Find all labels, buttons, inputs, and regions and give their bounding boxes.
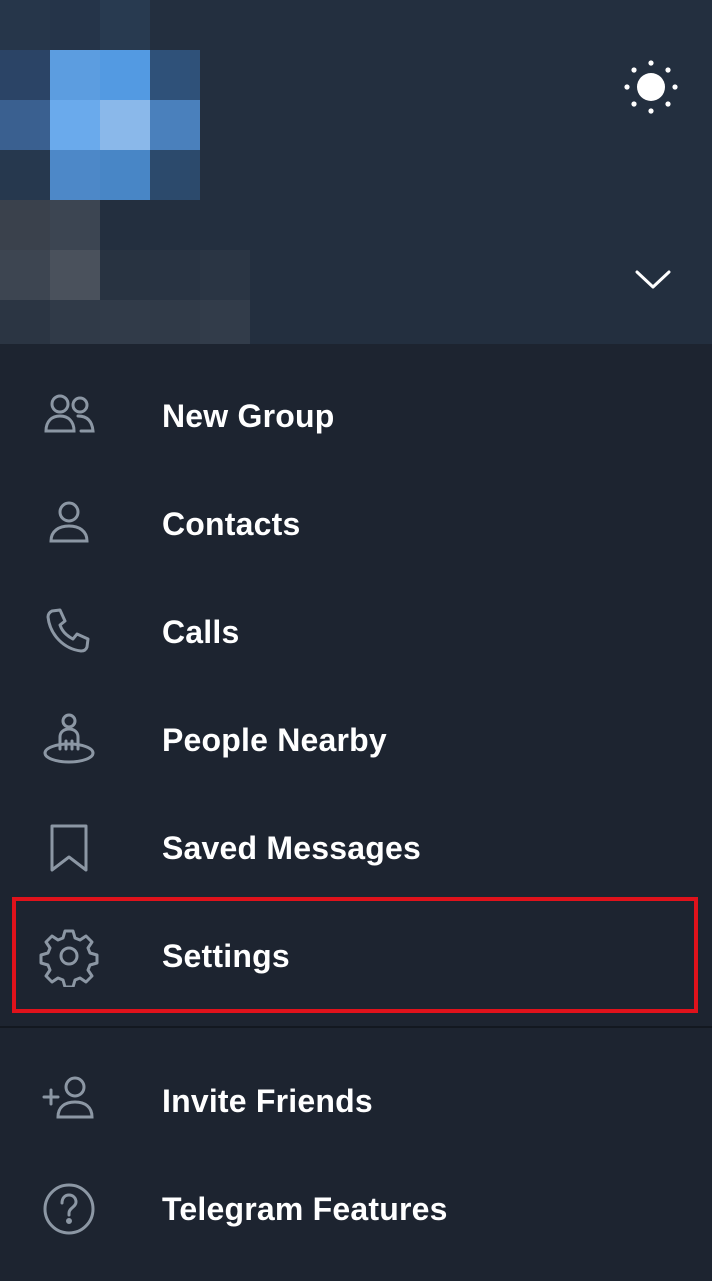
theme-toggle-button[interactable] (620, 56, 682, 118)
phone-icon (38, 601, 100, 663)
menu-item-label: Saved Messages (162, 829, 421, 866)
menu-divider (0, 1026, 712, 1028)
menu-item-label: Calls (162, 613, 240, 650)
menu-item-calls[interactable]: Calls (0, 578, 712, 686)
gear-icon (38, 925, 100, 987)
people-nearby-icon (38, 709, 100, 771)
menu-item-contacts[interactable]: Contacts (0, 470, 712, 578)
menu-item-saved-messages[interactable]: Saved Messages (0, 794, 712, 902)
bookmark-icon (38, 817, 100, 879)
menu-item-settings[interactable]: Settings (0, 902, 712, 1010)
menu-item-label: Contacts (162, 505, 301, 542)
menu-item-label: Settings (162, 937, 290, 974)
account-expand-button[interactable] (624, 250, 682, 308)
sun-icon (621, 57, 681, 117)
menu-item-people-nearby[interactable]: People Nearby (0, 686, 712, 794)
drawer-header (0, 0, 712, 344)
person-icon (38, 493, 100, 555)
menu-item-label: Invite Friends (162, 1082, 373, 1119)
group-icon (38, 385, 100, 447)
menu-item-invite-friends[interactable]: Invite Friends (0, 1047, 712, 1155)
menu-item-telegram-features[interactable]: Telegram Features (0, 1155, 712, 1263)
menu-item-new-group[interactable]: New Group (0, 362, 712, 470)
menu-item-label: New Group (162, 397, 335, 434)
add-person-icon (38, 1070, 100, 1132)
menu-item-label: People Nearby (162, 721, 387, 758)
question-icon (38, 1178, 100, 1240)
menu-item-label: Telegram Features (162, 1190, 448, 1227)
chevron-down-icon (633, 267, 673, 291)
